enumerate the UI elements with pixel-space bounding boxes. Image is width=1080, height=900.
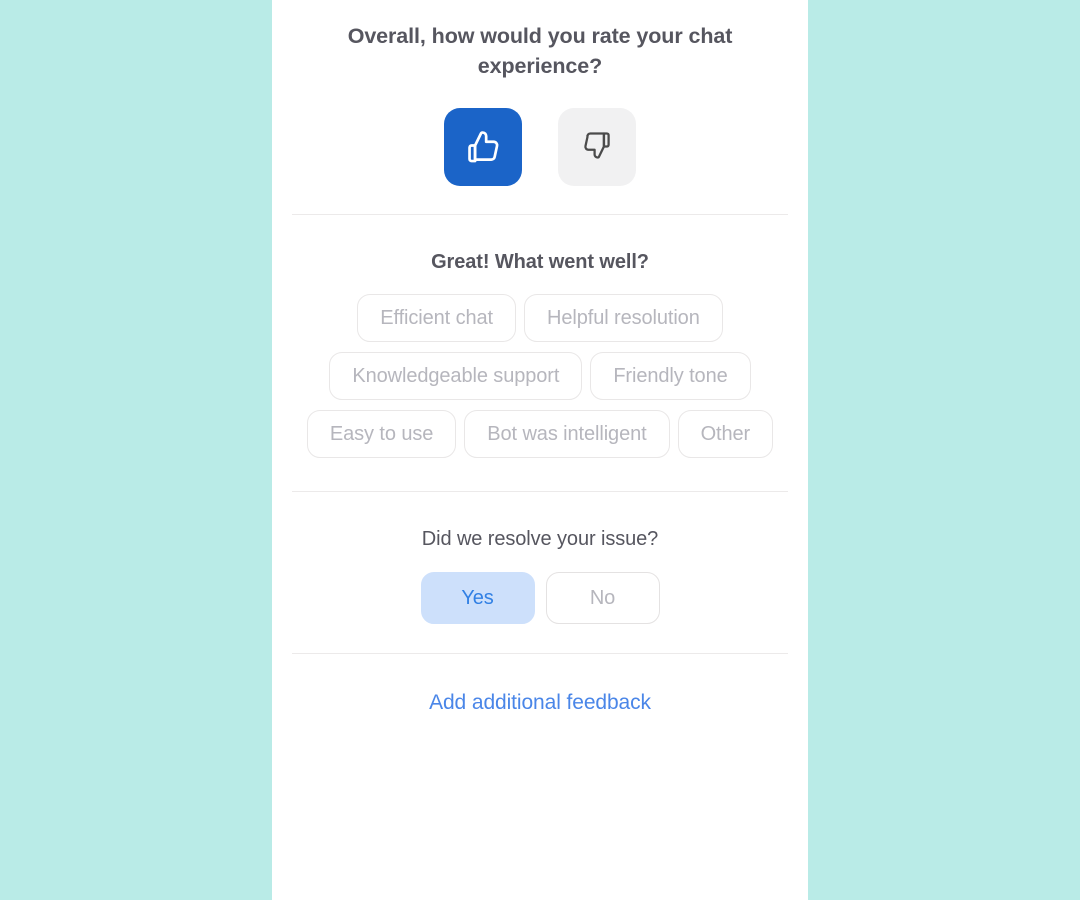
tag-chip-friendly-tone[interactable]: Friendly tone bbox=[590, 352, 751, 401]
chat-survey-card: Overall, how would you rate your chat ex… bbox=[272, 0, 808, 900]
tag-chip-knowledgeable-support[interactable]: Knowledgeable support bbox=[329, 352, 583, 401]
tag-chip-other[interactable]: Other bbox=[677, 410, 774, 459]
page-background: Overall, how would you rate your chat ex… bbox=[0, 0, 1080, 900]
thumbs-down-button[interactable] bbox=[558, 108, 636, 187]
tag-chip-group: Efficient chat Helpful resolution Knowle… bbox=[290, 294, 790, 459]
feedback-section: Add additional feedback bbox=[272, 654, 808, 715]
thumbs-down-icon bbox=[581, 130, 613, 165]
tag-chip-bot-was-intelligent[interactable]: Bot was intelligent bbox=[464, 410, 670, 459]
tag-chip-easy-to-use[interactable]: Easy to use bbox=[306, 410, 457, 459]
resolve-no-button[interactable]: No bbox=[545, 572, 660, 625]
resolve-yes-button[interactable]: Yes bbox=[420, 572, 535, 625]
thumbs-row bbox=[444, 108, 636, 187]
tag-chip-helpful-resolution[interactable]: Helpful resolution bbox=[524, 294, 723, 343]
resolve-question: Did we resolve your issue? bbox=[421, 528, 659, 551]
thumbs-up-icon bbox=[464, 127, 502, 168]
resolve-option-group: Yes No bbox=[420, 572, 660, 625]
rating-section: Overall, how would you rate your chat ex… bbox=[272, 0, 808, 187]
tags-question: Great! What went well? bbox=[431, 251, 649, 274]
rating-question: Overall, how would you rate your chat ex… bbox=[347, 24, 733, 78]
tag-chip-efficient-chat[interactable]: Efficient chat bbox=[357, 294, 516, 343]
thumbs-up-button[interactable] bbox=[444, 108, 522, 187]
resolve-section: Did we resolve your issue? Yes No bbox=[272, 492, 808, 625]
add-additional-feedback-link[interactable]: Add additional feedback bbox=[429, 691, 651, 715]
tags-section: Great! What went well? Efficient chat He… bbox=[272, 215, 808, 459]
